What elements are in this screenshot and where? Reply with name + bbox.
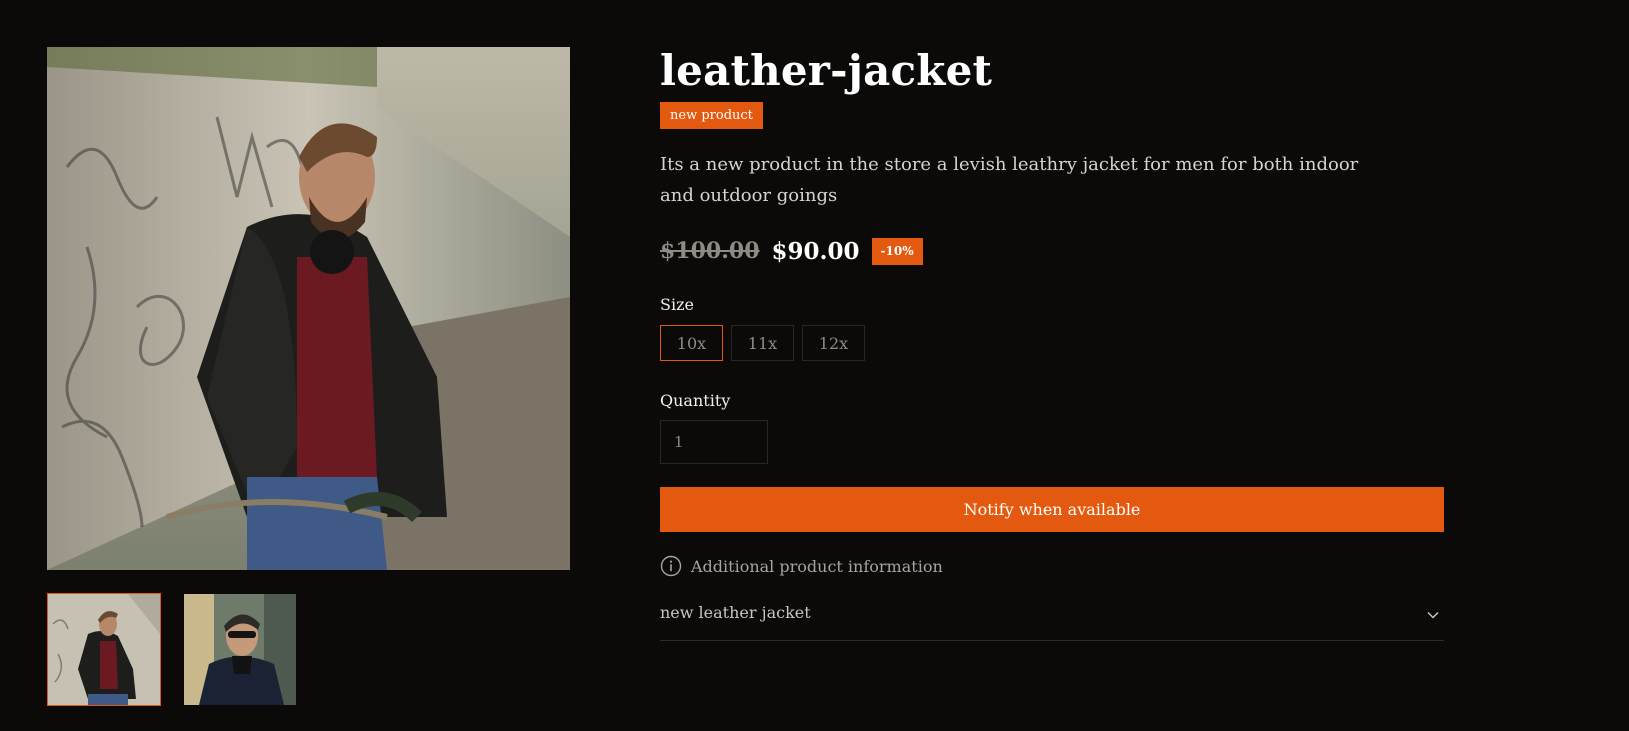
accordion-new-leather-jacket[interactable]: new leather jacket [660, 599, 1444, 641]
size-options: 10x 11x 12x [660, 325, 1444, 361]
main-product-image [47, 47, 570, 570]
size-option-10x[interactable]: 10x [660, 325, 723, 361]
size-option-11x[interactable]: 11x [731, 325, 794, 361]
discount-badge: -10% [871, 237, 923, 265]
quantity-label: Quantity [660, 391, 731, 410]
product-title: leather-jacket [660, 46, 993, 95]
size-label: Size [660, 295, 694, 314]
chevron-down-icon [1426, 607, 1440, 621]
price-row: $100.00 $90.00 -10% [660, 234, 1444, 268]
original-price: $100.00 [660, 238, 760, 264]
product-info: leather-jacket new product Its a new pro… [660, 42, 1444, 641]
thumbnail-1[interactable] [47, 593, 161, 706]
additional-product-information[interactable]: Additional product information [660, 553, 1444, 579]
sale-price: $90.00 [771, 237, 860, 265]
new-product-badge: new product [660, 102, 763, 129]
notify-when-available-button[interactable]: Notify when available [660, 487, 1444, 532]
additional-info-label: Additional product information [691, 556, 943, 576]
thumbnail-2[interactable] [183, 593, 297, 706]
product-page: leather-jacket new product Its a new pro… [0, 0, 1629, 731]
size-option-12x[interactable]: 12x [802, 325, 865, 361]
product-description: Its a new product in the store a levish … [660, 154, 1359, 206]
accordion-title: new leather jacket [660, 603, 811, 622]
quantity-input[interactable] [660, 420, 768, 464]
info-icon [660, 555, 682, 577]
